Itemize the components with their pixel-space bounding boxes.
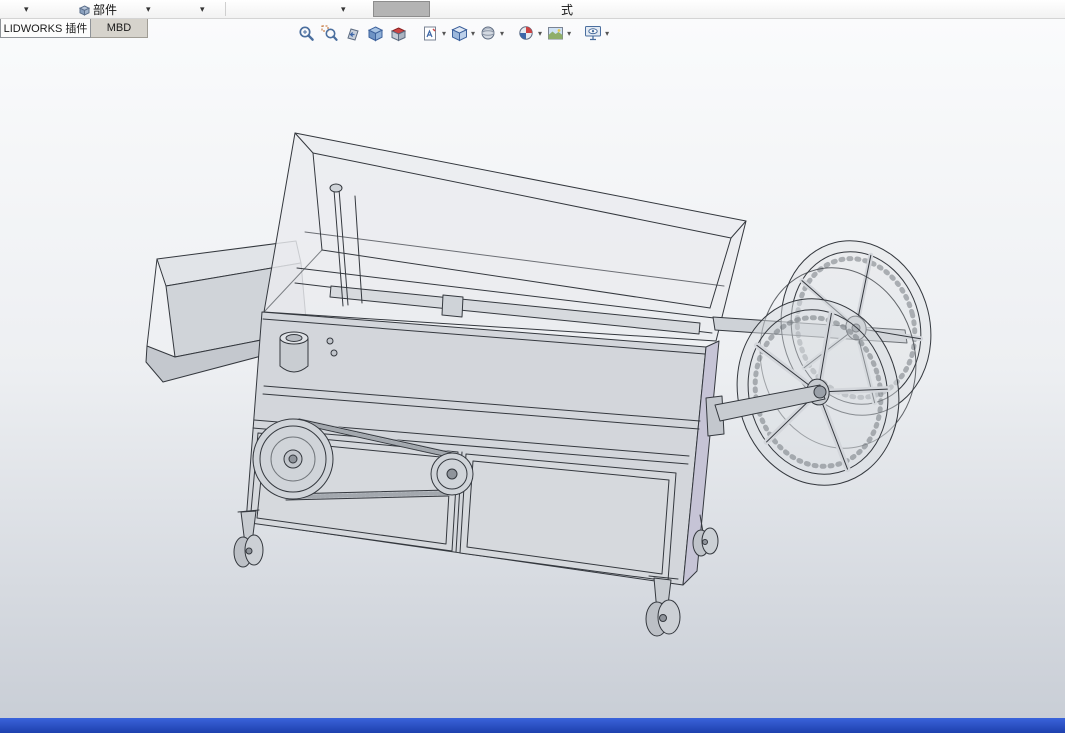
dropdown-arrow-icon[interactable]: ▾ (341, 3, 346, 15)
component-icon (78, 3, 91, 21)
tab-solidworks-addins[interactable]: LIDWORKS 插件 (0, 18, 91, 38)
zoom-to-fit-icon[interactable] (296, 24, 316, 42)
zoom-to-area-icon[interactable] (319, 24, 339, 42)
section-view-icon[interactable] (388, 24, 408, 42)
dropdown-arrow-icon[interactable]: ▾ (200, 3, 205, 15)
style-label: 式 (561, 3, 574, 17)
driven-pulley[interactable] (430, 452, 474, 496)
dropdown-arrow-icon[interactable]: ▾ (567, 29, 571, 38)
caster-front-right[interactable] (645, 575, 681, 637)
dropdown-arrow-icon[interactable]: ▾ (146, 3, 151, 15)
dropdown-arrow-icon[interactable]: ▾ (442, 29, 446, 38)
view-settings-icon[interactable] (583, 24, 603, 42)
component-label[interactable]: 部件 (93, 1, 117, 18)
tab-mbd[interactable]: MBD (91, 18, 148, 38)
dropdown-arrow-icon[interactable]: ▾ (24, 3, 29, 15)
dynamic-annotation-views-icon[interactable] (420, 24, 440, 42)
previous-view-icon[interactable] (342, 24, 362, 42)
hopper[interactable] (263, 132, 747, 342)
dropdown-arrow-icon[interactable]: ▾ (605, 29, 609, 38)
right-door[interactable] (455, 451, 677, 582)
headsup-toolbar: ▾ ▾ ▾ ▾ ▾ ▾ (296, 24, 609, 42)
bottom-blue-bar[interactable] (0, 718, 1065, 733)
cad-model[interactable] (0, 0, 1065, 733)
dropdown-arrow-icon[interactable]: ▾ (500, 29, 504, 38)
dropdown-arrow-icon[interactable]: ▾ (471, 29, 475, 38)
pressed-ribbon-button[interactable] (373, 1, 430, 17)
edit-appearance-icon[interactable] (516, 24, 536, 42)
drive-pulley[interactable] (252, 418, 334, 500)
ribbon-partial: ▾ 部件 ▾ ▾ ▾ 式 (0, 0, 1065, 19)
ribbon-separator (225, 2, 226, 16)
solidworks-window: ▾ 部件 ▾ ▾ ▾ 式 LIDWORKS 插件 MBD ▾ ▾ ▾ ▾ ▾ ▾ (0, 0, 1065, 733)
3d-drawing-view-icon[interactable] (365, 24, 385, 42)
apply-scene-icon[interactable] (545, 24, 565, 42)
dropdown-arrow-icon[interactable]: ▾ (538, 29, 542, 38)
display-style-icon[interactable] (478, 24, 498, 42)
view-orientation-icon[interactable] (449, 24, 469, 42)
